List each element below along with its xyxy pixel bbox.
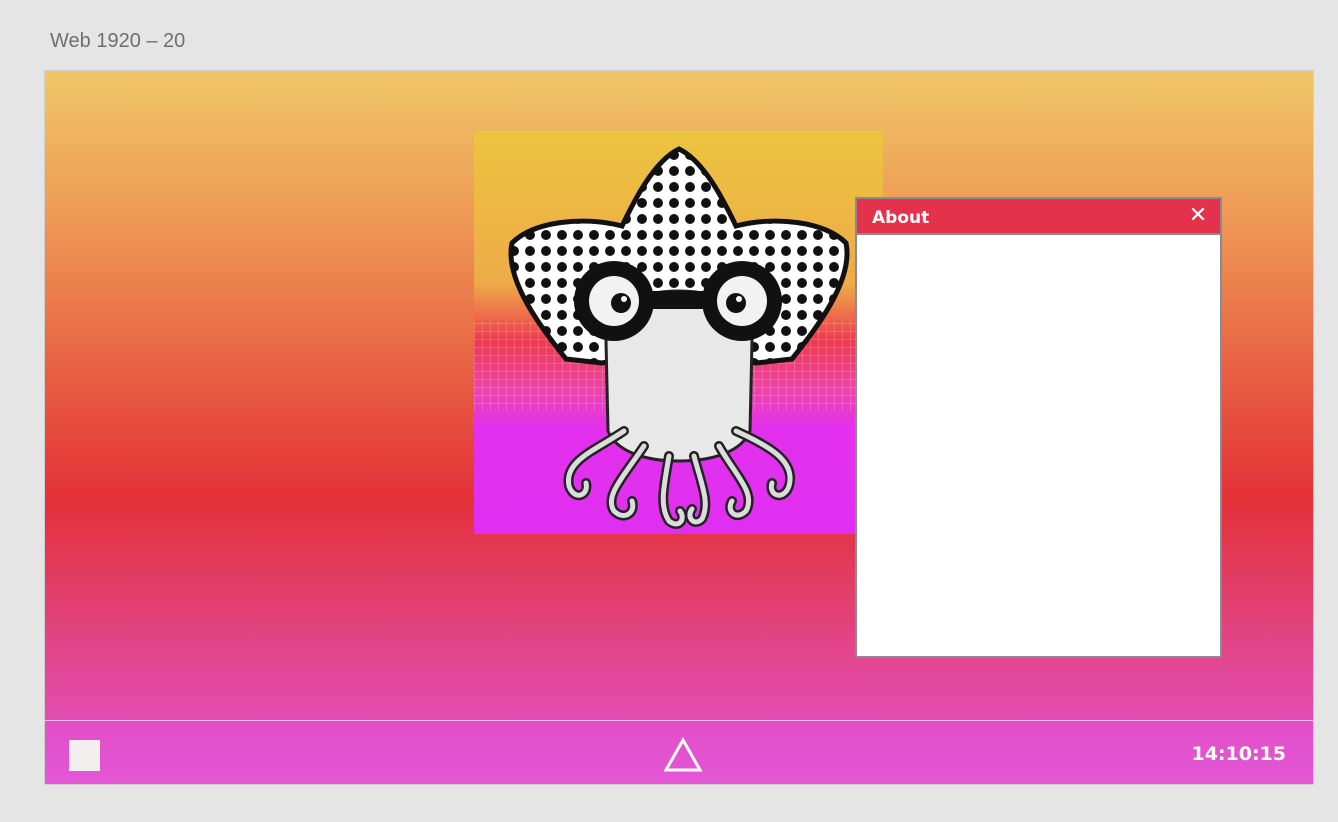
desktop-artboard: About ✕ 14:10:15 bbox=[44, 70, 1314, 785]
taskbar-clock: 14:10:15 bbox=[1191, 743, 1286, 765]
taskbar: 14:10:15 bbox=[45, 720, 1313, 784]
artboard-title: Web 1920 – 20 bbox=[50, 30, 186, 52]
close-icon[interactable]: ✕ bbox=[1188, 205, 1208, 227]
about-window-title: About bbox=[872, 208, 930, 228]
about-window-content bbox=[857, 235, 1220, 656]
about-window-titlebar[interactable]: About ✕ bbox=[857, 199, 1220, 235]
squid-artwork-image bbox=[474, 131, 883, 534]
home-button[interactable] bbox=[663, 736, 703, 773]
about-window[interactable]: About ✕ bbox=[855, 197, 1222, 658]
start-button[interactable] bbox=[69, 740, 100, 771]
triangle-icon bbox=[663, 736, 703, 772]
squid-illustration bbox=[474, 131, 883, 534]
